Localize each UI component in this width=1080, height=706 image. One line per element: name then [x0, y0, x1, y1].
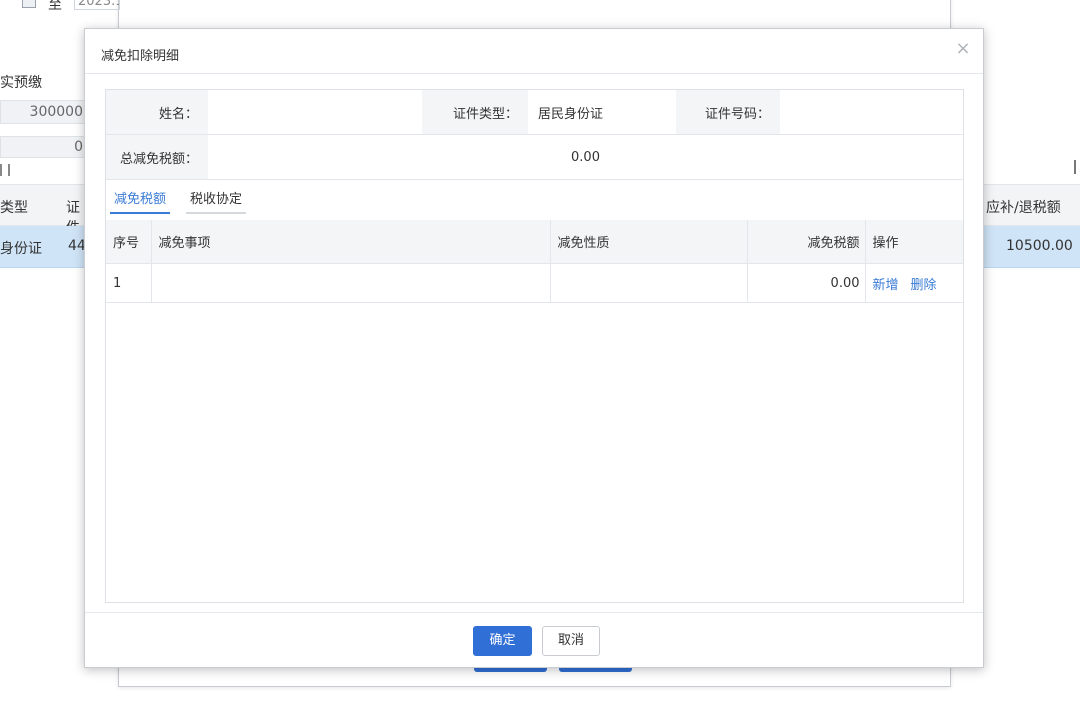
background-table-header-right: 应补/退税额	[984, 184, 1080, 226]
column-resize-icon-right[interactable]	[1074, 160, 1076, 174]
dialog-title: 减免扣除明细	[101, 49, 180, 64]
prepaid-amount-field: 300000	[0, 100, 86, 124]
total-deduction-label: 总减免税额：	[106, 134, 208, 180]
col-action: 操作	[865, 220, 963, 264]
cert-type-value: 居民身份证	[528, 90, 676, 135]
row-amount-cell[interactable]: 0.00	[747, 263, 866, 303]
background-table-row-right[interactable]: 10500.00	[984, 226, 1080, 268]
tab-bar: 减免税额 税收协定	[106, 182, 963, 214]
actual-prepaid-label: 实预缴	[0, 75, 42, 91]
name-label: 姓名：	[106, 90, 208, 135]
header-refund: 应补/退税额	[986, 200, 1061, 216]
row-index: 1	[106, 263, 152, 303]
row-type: 身份证	[0, 241, 42, 257]
dialog-content: 姓名： 证件类型： 居民身份证 证件号码： 总减免税额： 0.00 减免税额 税…	[105, 89, 964, 603]
cancel-button[interactable]: 取消	[542, 626, 600, 656]
deduction-grid: 序号 减免事项 减免性质 减免税额 操作 1 0.00 新增 删除	[106, 220, 963, 303]
col-amount: 减免税额	[747, 220, 866, 264]
header-type: 类型	[0, 200, 28, 216]
row-nature-cell[interactable]	[550, 263, 748, 303]
date-range-separator: 至	[48, 0, 62, 13]
cert-type-label: 证件类型：	[422, 90, 528, 135]
name-value	[208, 90, 422, 135]
delete-row-link[interactable]: 删除	[911, 278, 937, 293]
background-table-row[interactable]: 身份证 44	[0, 226, 90, 268]
footer-divider	[85, 612, 983, 613]
background-table-header: 类型 证件	[0, 184, 90, 236]
tab-tax-reduction[interactable]: 减免税额	[110, 188, 171, 214]
add-row-link[interactable]: 新增	[873, 278, 899, 293]
col-nature: 减免性质	[550, 220, 748, 264]
cert-no-label: 证件号码：	[676, 90, 780, 135]
confirm-button[interactable]: 确定	[473, 626, 532, 656]
cert-no-value	[780, 90, 963, 135]
deduction-detail-dialog: 减免扣除明细 × 姓名： 证件类型： 居民身份证 证件号码： 总减免税额： 0.…	[84, 28, 984, 668]
row-refund: 10500.00	[1006, 238, 1073, 254]
calendar-icon[interactable]	[22, 0, 36, 8]
info-table: 姓名： 证件类型： 居民身份证 证件号码： 总减免税额： 0.00	[106, 90, 963, 180]
header-divider	[85, 73, 983, 74]
close-icon[interactable]: ×	[953, 39, 973, 59]
total-deduction-value: 0.00	[208, 134, 963, 180]
col-item: 减免事项	[151, 220, 551, 264]
col-index: 序号	[106, 220, 152, 264]
row-actions: 新增 删除	[865, 263, 963, 303]
grid-header-row: 序号 减免事项 减免性质 减免税额 操作	[106, 220, 963, 264]
row-item-cell[interactable]	[151, 263, 551, 303]
tab-tax-treaty[interactable]: 税收协定	[186, 188, 247, 214]
date-end-input[interactable]: 2023.1	[74, 0, 120, 10]
column-resize-icon[interactable]	[0, 164, 10, 176]
table-row: 1 0.00 新增 删除	[106, 263, 963, 303]
prepaid-amount-field-2: 0	[0, 136, 86, 158]
